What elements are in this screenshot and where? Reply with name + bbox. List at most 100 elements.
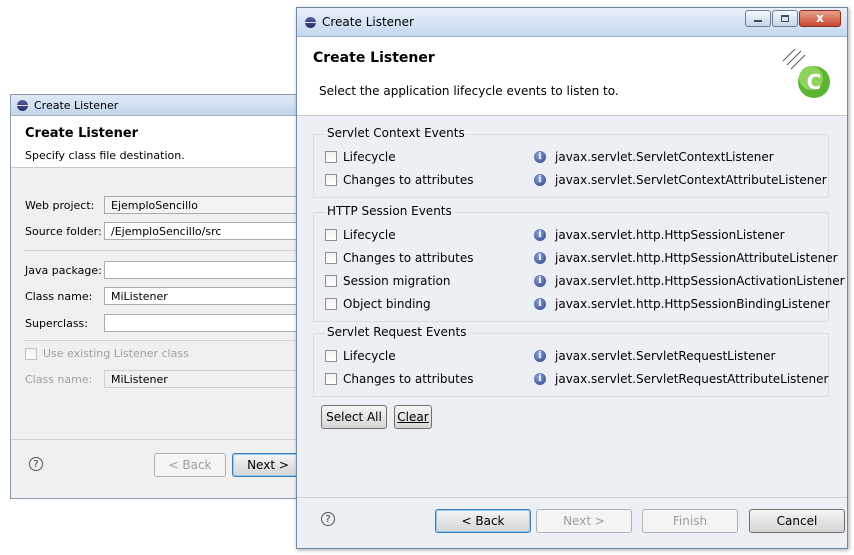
info-icon: i [534,229,546,241]
listener-class-row: i javax.servlet.ServletContextListener [534,150,774,164]
event-group-title: Servlet Request Events [325,325,469,339]
back-dialog-title: Create Listener [34,98,119,112]
back-button[interactable]: < Back [435,509,531,533]
info-icon: i [534,373,546,385]
help-icon[interactable]: ? [321,512,335,526]
superclass-label: Superclass: [25,317,88,330]
event-checkbox-row[interactable]: Changes to attributes [325,173,473,187]
next-button[interactable]: Next > [536,509,632,533]
listener-class-row: i javax.servlet.http.HttpSessionListener [534,228,785,242]
listener-class-name: javax.servlet.ServletRequestAttributeLis… [555,372,829,386]
event-checkbox-label: Lifecycle [343,349,396,363]
finish-button[interactable]: Finish [642,509,738,533]
window-title: Create Listener [322,15,414,29]
listener-class-name: javax.servlet.ServletContextAttributeLis… [555,173,827,187]
event-checkbox-row[interactable]: Session migration [325,274,451,288]
back-dialog-header: Create Listener Specify class file desti… [11,116,299,168]
event-checkbox-label: Changes to attributes [343,251,474,265]
event-checkbox[interactable] [325,229,337,241]
eclipse-icon [305,16,316,28]
help-icon[interactable]: ? [29,457,43,471]
event-checkbox-row[interactable]: Lifecycle [325,349,396,363]
info-icon: i [534,252,546,264]
back-header-subtitle: Specify class file destination. [25,149,185,162]
event-checkbox[interactable] [325,373,337,385]
svg-text:C: C [807,70,822,94]
event-checkbox[interactable] [325,298,337,310]
event-checkbox-label: Session migration [343,274,451,288]
use-existing-checkbox-row[interactable]: Use existing Listener class [25,347,189,360]
superclass-field[interactable] [104,314,304,332]
event-checkbox[interactable] [325,350,337,362]
wizard-logo-icon: C [782,48,830,98]
use-existing-checkbox[interactable] [25,347,37,360]
listener-class-name: javax.servlet.http.HttpSessionActivation… [555,274,845,288]
listener-class-row: i javax.servlet.ServletContextAttributeLi… [534,173,827,187]
event-checkbox[interactable] [325,174,337,186]
source-folder-field[interactable]: /EjemploSencillo/src [104,222,304,240]
event-group-box [313,333,829,397]
event-checkbox[interactable] [325,151,337,163]
event-group-title: HTTP Session Events [325,204,454,218]
back-header-title: Create Listener [25,126,139,141]
window-controls: x [744,10,841,27]
listener-class-row: i javax.servlet.http.HttpSessionActivatio… [534,274,845,288]
info-icon: i [534,174,546,186]
event-checkbox-row[interactable]: Object binding [325,297,431,311]
event-checkbox-row[interactable]: Changes to attributes [325,372,473,386]
back-dialog-titlebar[interactable]: Create Listener [11,95,299,116]
info-icon: i [534,298,546,310]
event-checkbox-label: Changes to attributes [343,173,474,187]
separator [23,340,299,341]
event-group-title: Servlet Context Events [325,126,467,140]
event-checkbox[interactable] [325,275,337,287]
event-checkbox-label: Object binding [343,297,431,311]
java-package-label: Java package: [25,264,102,277]
event-group-box [313,134,829,198]
listener-class-name: javax.servlet.http.HttpSessionListener [555,228,785,242]
clear-button[interactable]: Clear [394,405,432,429]
class-name-field[interactable]: MiListener [104,287,304,305]
listener-class-row: i javax.servlet.ServletRequestAttributeLi… [534,372,828,386]
clear-label: Clear [397,410,429,424]
event-checkbox-row[interactable]: Lifecycle [325,150,396,164]
minimize-button[interactable] [745,10,771,27]
select-all-label: Select All [326,410,382,424]
web-project-label: Web project: [25,199,95,212]
event-checkbox-label: Lifecycle [343,150,396,164]
maximize-button[interactable] [772,10,798,27]
listener-class-row: i javax.servlet.http.HttpSessionAttribute… [534,251,838,265]
next-button[interactable]: Next > [232,453,304,477]
listener-class-row: i javax.servlet.ServletRequestListener [534,349,775,363]
dialog-footer: ? < Back Next > Finish Cancel [297,497,847,548]
create-listener-dialog: Create Listener x Create Listener Select… [296,7,848,549]
event-checkbox-row[interactable]: Lifecycle [325,228,396,242]
web-project-combo[interactable]: EjemploSencillo [104,196,304,214]
listener-class-name: javax.servlet.http.HttpSessionBindingLis… [555,297,830,311]
source-folder-label: Source folder: [25,225,102,238]
listener-class-name: javax.servlet.ServletContextListener [555,150,774,164]
info-icon: i [534,151,546,163]
listener-class-row: i javax.servlet.http.HttpSessionBindingLi… [534,297,830,311]
listener-class-name: javax.servlet.http.HttpSessionAttributeL… [555,251,838,265]
class-name2-label: Class name: [25,373,93,386]
select-all-button[interactable]: Select All [321,405,387,429]
back-button[interactable]: < Back [154,453,226,477]
event-checkbox[interactable] [325,252,337,264]
listener-class-name: javax.servlet.ServletRequestListener [555,349,776,363]
close-button[interactable]: x [799,10,841,27]
cancel-button[interactable]: Cancel [749,509,845,533]
header-title: Create Listener [313,50,435,66]
info-icon: i [534,275,546,287]
info-icon: i [534,350,546,362]
event-checkbox-row[interactable]: Changes to attributes [325,251,473,265]
java-package-field[interactable] [104,261,304,279]
header-subtitle: Select the application lifecycle events … [319,84,619,98]
separator [23,250,299,251]
class-name-label: Class name: [25,290,93,303]
event-checkbox-label: Lifecycle [343,228,396,242]
eclipse-icon [17,99,28,111]
wizard-header: Create Listener Select the application l… [297,37,847,116]
titlebar[interactable]: Create Listener x [297,8,847,37]
back-dialog-footer: ? < Back Next > [11,439,304,498]
